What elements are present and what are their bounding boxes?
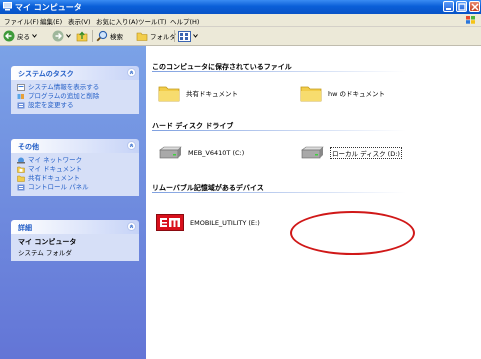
menu-file[interactable]: ファイル(F) <box>4 16 39 26</box>
views-button[interactable] <box>178 30 198 42</box>
back-arrow-icon <box>3 30 15 42</box>
maximize-button[interactable] <box>456 1 467 12</box>
system-tasks-title: システムのタスク <box>18 70 74 78</box>
close-icon <box>471 3 479 11</box>
shared-documents-label: 共有ドキュメント <box>186 90 238 98</box>
section-divider <box>152 130 406 131</box>
up-folder-button[interactable] <box>76 30 88 42</box>
up-folder-icon <box>76 31 88 42</box>
place-shared-documents[interactable]: 共有ドキュメント <box>11 174 139 183</box>
drive-c[interactable]: MEB_V6410T (C:) <box>158 146 244 160</box>
menu-tools[interactable]: ツール(T) <box>138 16 167 26</box>
chevron-down-icon <box>193 34 198 38</box>
collapse-chevron-icon[interactable] <box>127 68 136 77</box>
menu-edit[interactable]: 編集(E) <box>40 16 62 26</box>
task-change-setting[interactable]: 設定を変更する <box>11 101 139 110</box>
toolbar: 戻る 検索 フォルダ <box>0 27 481 46</box>
system-info-icon <box>17 84 25 91</box>
windows-flag-icon <box>466 16 475 24</box>
drive-d-label: ローカル ディスク (D:) <box>330 147 402 159</box>
drive-e-label: EMOBILE_UTILITY (E:) <box>190 218 260 227</box>
drive-e-emobile[interactable]: EMOBILE_UTILITY (E:) <box>156 214 260 231</box>
menu-favorites[interactable]: お気に入り(A) <box>96 16 138 26</box>
minimize-icon <box>446 8 451 10</box>
folders-button[interactable]: フォルダ <box>136 30 176 42</box>
system-tasks-header[interactable]: システムのタスク <box>11 66 139 80</box>
collapse-chevron-icon[interactable] <box>127 141 136 150</box>
details-title: 詳細 <box>18 224 32 232</box>
user-documents-folder[interactable]: hw のドキュメント <box>300 84 385 102</box>
drive-d[interactable]: ローカル ディスク (D:) <box>300 146 402 160</box>
menu-view[interactable]: 表示(V) <box>68 16 91 26</box>
close-button[interactable] <box>469 1 480 12</box>
other-places-header[interactable]: その他 <box>11 139 139 153</box>
shared-folder-icon <box>17 175 25 182</box>
search-label: 検索 <box>110 33 123 41</box>
details-name: マイ コンピュータ <box>18 238 77 246</box>
folder-icon <box>158 86 180 102</box>
place-my-network[interactable]: マイ ネットワーク <box>11 156 139 165</box>
forward-arrow-icon <box>52 30 64 42</box>
task-pane: システムのタスク システム情報を表示する プログラムの追加と削除 設定を変更する… <box>0 46 146 359</box>
title-bar: マイ コンピュータ <box>0 0 481 14</box>
task-add-remove-programs[interactable]: プログラムの追加と削除 <box>11 92 139 101</box>
highlight-circle <box>290 211 415 255</box>
views-icon <box>178 30 191 42</box>
other-places-panel: その他 マイ ネットワーク マイ ドキュメント 共有ドキュメント コントロール … <box>11 139 139 196</box>
collapse-chevron-icon[interactable] <box>127 222 136 231</box>
section-divider <box>152 192 406 193</box>
maximize-icon <box>458 3 466 11</box>
toolbar-separator <box>92 30 93 42</box>
add-remove-programs-icon <box>17 94 24 99</box>
toolbar-separator <box>174 30 175 42</box>
menu-bar: ファイル(F) 編集(E) 表示(V) お気に入り(A) ツール(T) ヘルプ(… <box>0 14 481 27</box>
details-panel: 詳細 マイ コンピュータ システム フォルダ <box>11 220 139 261</box>
my-computer-icon <box>3 2 12 11</box>
hard-disk-icon <box>301 146 324 159</box>
control-panel-icon <box>17 102 25 109</box>
system-tasks-panel: システムのタスク システム情報を表示する プログラムの追加と削除 設定を変更する <box>11 66 139 114</box>
control-panel-icon <box>17 184 25 191</box>
menu-help[interactable]: ヘルプ(H) <box>170 16 199 26</box>
hard-disk-icon <box>159 146 182 159</box>
emobile-logo <box>156 214 184 231</box>
shared-documents-folder[interactable]: 共有ドキュメント <box>158 84 238 102</box>
content-area: このコンピュータに保存されているファイル 共有ドキュメント hw のドキュメント… <box>146 46 481 359</box>
network-icon <box>17 157 25 164</box>
back-button[interactable]: 戻る <box>3 30 37 42</box>
forward-button[interactable] <box>52 30 71 42</box>
window-title: マイ コンピュータ <box>15 3 82 12</box>
place-my-documents[interactable]: マイ ドキュメント <box>11 165 139 174</box>
user-documents-label: hw のドキュメント <box>328 90 386 98</box>
details-type: システム フォルダ <box>18 249 72 257</box>
search-button[interactable]: 検索 <box>96 30 123 42</box>
place-control-panel[interactable]: コントロール パネル <box>11 183 139 192</box>
task-view-system-info[interactable]: システム情報を表示する <box>11 83 139 92</box>
drive-c-label: MEB_V6410T (C:) <box>188 149 245 157</box>
folder-icon <box>300 86 322 102</box>
emobile-em-icon <box>160 218 180 227</box>
back-label: 戻る <box>17 33 30 41</box>
section-divider <box>152 71 406 72</box>
other-places-title: その他 <box>18 143 39 151</box>
chevron-down-icon <box>32 34 37 38</box>
folders-label: フォルダ <box>150 33 176 41</box>
chevron-down-icon <box>66 34 71 38</box>
search-icon <box>96 30 108 42</box>
documents-folder-icon <box>17 166 25 173</box>
minimize-button[interactable] <box>443 1 454 12</box>
folders-icon <box>136 32 148 41</box>
details-header[interactable]: 詳細 <box>11 220 139 234</box>
